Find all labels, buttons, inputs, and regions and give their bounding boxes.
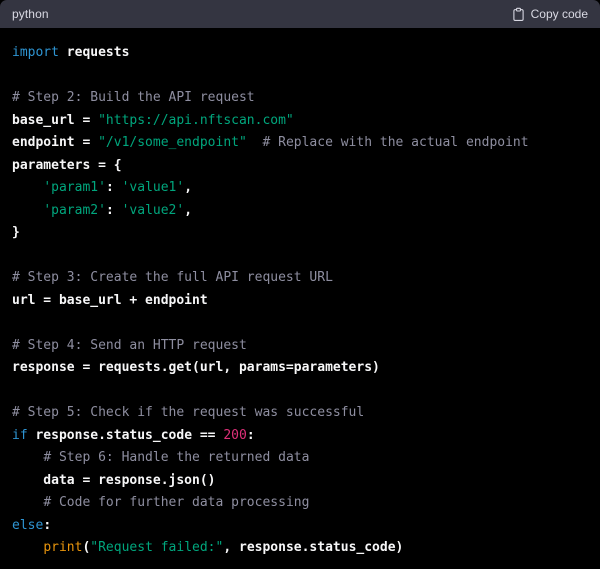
code-line: else: bbox=[12, 515, 588, 538]
code-line bbox=[12, 380, 588, 403]
code-line: if response.status_code == 200: bbox=[12, 425, 588, 448]
language-label: python bbox=[12, 7, 49, 21]
code-block: python Copy code import requests # Step 2… bbox=[0, 0, 600, 569]
clipboard-icon bbox=[512, 7, 525, 22]
copy-code-label: Copy code bbox=[531, 7, 588, 21]
code-line: print("Request failed:", response.status… bbox=[12, 537, 588, 560]
code-line: parameters = { bbox=[12, 155, 588, 178]
code-line: # Step 6: Handle the returned data bbox=[12, 447, 588, 470]
code-line: # Step 4: Send an HTTP request bbox=[12, 335, 588, 358]
code-line: base_url = "https://api.nftscan.com" bbox=[12, 110, 588, 133]
copy-code-button[interactable]: Copy code bbox=[510, 5, 590, 24]
code-line: 'param1': 'value1', bbox=[12, 177, 588, 200]
code-header: python Copy code bbox=[0, 0, 600, 28]
code-line: endpoint = "/v1/some_endpoint" # Replace… bbox=[12, 132, 588, 155]
code-line: data = response.json() bbox=[12, 470, 588, 493]
code-line: response = requests.get(url, params=para… bbox=[12, 357, 588, 380]
code-line bbox=[12, 312, 588, 335]
code-line: # Code for further data processing bbox=[12, 492, 588, 515]
code-line: } bbox=[12, 222, 588, 245]
code-line bbox=[12, 65, 588, 88]
code-line: # Step 5: Check if the request was succe… bbox=[12, 402, 588, 425]
code-line: 'param2': 'value2', bbox=[12, 200, 588, 223]
code-line: # Step 2: Build the API request bbox=[12, 87, 588, 110]
code-line bbox=[12, 245, 588, 268]
code-line: import requests bbox=[12, 42, 588, 65]
code-line: url = base_url + endpoint bbox=[12, 290, 588, 313]
code-line: # Step 3: Create the full API request UR… bbox=[12, 267, 588, 290]
code-content: import requests # Step 2: Build the API r… bbox=[0, 28, 600, 569]
